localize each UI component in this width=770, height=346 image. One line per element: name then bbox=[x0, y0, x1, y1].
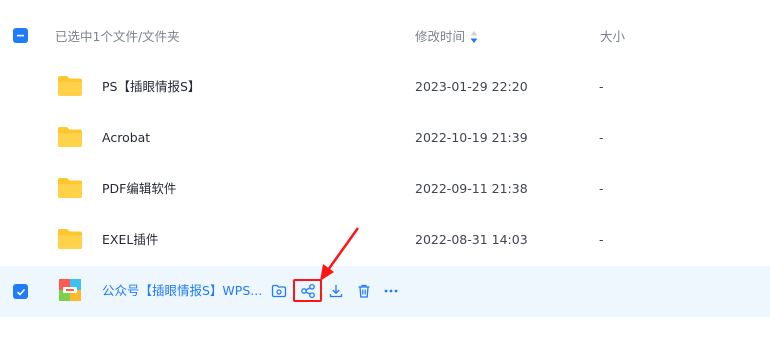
file-size: - bbox=[599, 181, 604, 196]
checkmark-icon bbox=[16, 288, 25, 296]
folder-icon bbox=[58, 76, 82, 96]
folder-row[interactable]: Acrobat 2022-10-19 21:39 - bbox=[0, 113, 770, 164]
file-name[interactable]: PDF编辑软件 bbox=[102, 180, 176, 197]
modified-time: 2023-01-29 22:20 bbox=[415, 79, 528, 94]
file-name[interactable]: EXEL插件 bbox=[102, 231, 158, 248]
select-all-checkbox[interactable] bbox=[13, 28, 28, 43]
selection-count-label: 已选中1个文件/文件夹 bbox=[55, 29, 180, 44]
sort-icon[interactable] bbox=[469, 30, 479, 44]
modified-time: 2022-10-19 21:39 bbox=[415, 130, 528, 145]
file-size: - bbox=[599, 130, 604, 145]
file-name[interactable]: PS【插眼情报S】 bbox=[102, 78, 200, 95]
folder-row[interactable]: PS【插眼情报S】 2023-01-29 22:20 - bbox=[0, 62, 770, 113]
file-name[interactable]: 公众号【插眼情报S】WPS... bbox=[102, 282, 262, 299]
file-size: - bbox=[599, 232, 604, 247]
file-row-selected[interactable]: 公众号【插眼情报S】WPS... bbox=[0, 266, 770, 317]
archive-file-icon bbox=[59, 279, 81, 301]
move-button[interactable] bbox=[268, 280, 290, 302]
share-highlight-box bbox=[293, 279, 322, 302]
folder-row[interactable]: EXEL插件 2022-08-31 14:03 - bbox=[0, 215, 770, 266]
download-icon bbox=[329, 285, 343, 298]
delete-icon bbox=[358, 284, 370, 298]
row-checkbox[interactable] bbox=[13, 284, 28, 299]
file-size: - bbox=[599, 79, 604, 94]
folder-icon bbox=[58, 178, 82, 198]
column-header-time[interactable]: 修改时间 bbox=[415, 28, 465, 45]
minus-icon bbox=[17, 34, 24, 37]
modified-time: 2022-08-31 14:03 bbox=[415, 232, 528, 247]
delete-button[interactable] bbox=[353, 280, 375, 302]
move-to-folder-icon bbox=[271, 284, 287, 298]
folder-icon bbox=[58, 127, 82, 147]
modified-time: 2022-09-11 21:38 bbox=[415, 181, 528, 196]
column-header-size[interactable]: 大小 bbox=[600, 28, 625, 45]
folder-icon bbox=[58, 229, 82, 249]
more-button[interactable] bbox=[380, 280, 402, 302]
download-button[interactable] bbox=[325, 280, 347, 302]
file-name[interactable]: Acrobat bbox=[102, 129, 150, 146]
folder-row[interactable]: PDF编辑软件 2022-09-11 21:38 - bbox=[0, 164, 770, 215]
more-icon bbox=[384, 289, 398, 293]
